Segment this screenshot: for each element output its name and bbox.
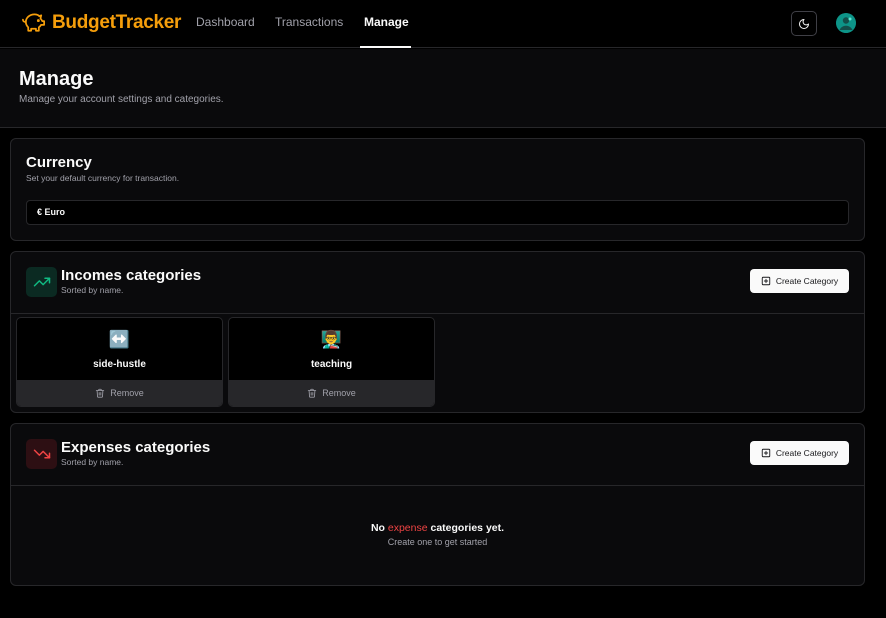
create-expense-category-button[interactable]: Create Category: [750, 441, 849, 465]
incomes-divider: [11, 313, 864, 314]
nav-transactions[interactable]: Transactions: [275, 15, 343, 29]
trending-up-icon: [33, 277, 50, 287]
currency-title: Currency: [26, 154, 92, 171]
top-navbar: BudgetTracker Dashboard Transactions Man…: [0, 0, 886, 48]
incomes-icon-box: [26, 267, 57, 297]
logo[interactable]: BudgetTracker: [21, 11, 181, 35]
incomes-categories-card: Incomes categories Sorted by name. Creat…: [10, 251, 865, 413]
remove-label: Remove: [110, 388, 144, 398]
square-plus-icon: [761, 448, 771, 458]
nav-dashboard[interactable]: Dashboard: [196, 15, 255, 29]
expenses-title: Expenses categories: [61, 439, 211, 456]
category-icon: ↔️: [108, 330, 131, 349]
incomes-title: Incomes categories: [61, 267, 202, 284]
empty-state-title: No expense categories yet.: [11, 522, 864, 534]
expenses-divider: [11, 485, 864, 486]
nav-manage[interactable]: Manage: [364, 15, 409, 29]
category-name: side-hustle: [93, 359, 146, 370]
category-name: teaching: [310, 359, 353, 370]
theme-toggle-button[interactable]: [791, 11, 817, 36]
page-header: Manage Manage your account settings and …: [0, 49, 886, 128]
user-avatar[interactable]: [836, 13, 856, 33]
category-card: 👨‍🏫 teaching Remove: [228, 317, 435, 407]
currency-card: Currency Set your default currency for t…: [10, 138, 865, 241]
incomes-subtitle: Sorted by name.: [61, 285, 124, 295]
trending-down-icon: [33, 449, 50, 459]
category-card: ↔️ side-hustle Remove: [16, 317, 223, 407]
create-category-label: Create Category: [775, 448, 839, 458]
empty-state-subtitle: Create one to get started: [387, 537, 488, 547]
empty-suffix: categories yet.: [430, 522, 505, 534]
expenses-categories-card: Expenses categories Sorted by name. Crea…: [10, 423, 865, 586]
category-icon: 👨‍🏫: [320, 330, 343, 349]
remove-category-button[interactable]: Remove: [17, 380, 222, 406]
piggy-bank-icon: [22, 13, 46, 32]
expenses-subtitle: Sorted by name.: [61, 457, 124, 467]
currency-select[interactable]: € Euro: [26, 200, 849, 225]
remove-category-button[interactable]: Remove: [229, 380, 434, 406]
trash-icon: [308, 388, 317, 398]
create-category-label: Create Category: [775, 276, 839, 286]
empty-highlight: expense: [387, 522, 428, 534]
moon-icon: [799, 18, 809, 29]
empty-prefix: No: [370, 522, 385, 534]
nav-active-indicator: [360, 46, 411, 48]
page-title: Manage: [19, 68, 94, 90]
remove-label: Remove: [322, 388, 356, 398]
app-name: BudgetTracker: [52, 12, 182, 33]
page-subtitle: Manage your account settings and categor…: [19, 94, 224, 105]
avatar-image-icon: [836, 13, 856, 33]
square-plus-icon: [761, 276, 771, 286]
create-income-category-button[interactable]: Create Category: [750, 269, 849, 293]
expenses-icon-box: [26, 439, 57, 469]
trash-icon: [96, 388, 105, 398]
currency-subtitle: Set your default currency for transactio…: [26, 173, 180, 183]
